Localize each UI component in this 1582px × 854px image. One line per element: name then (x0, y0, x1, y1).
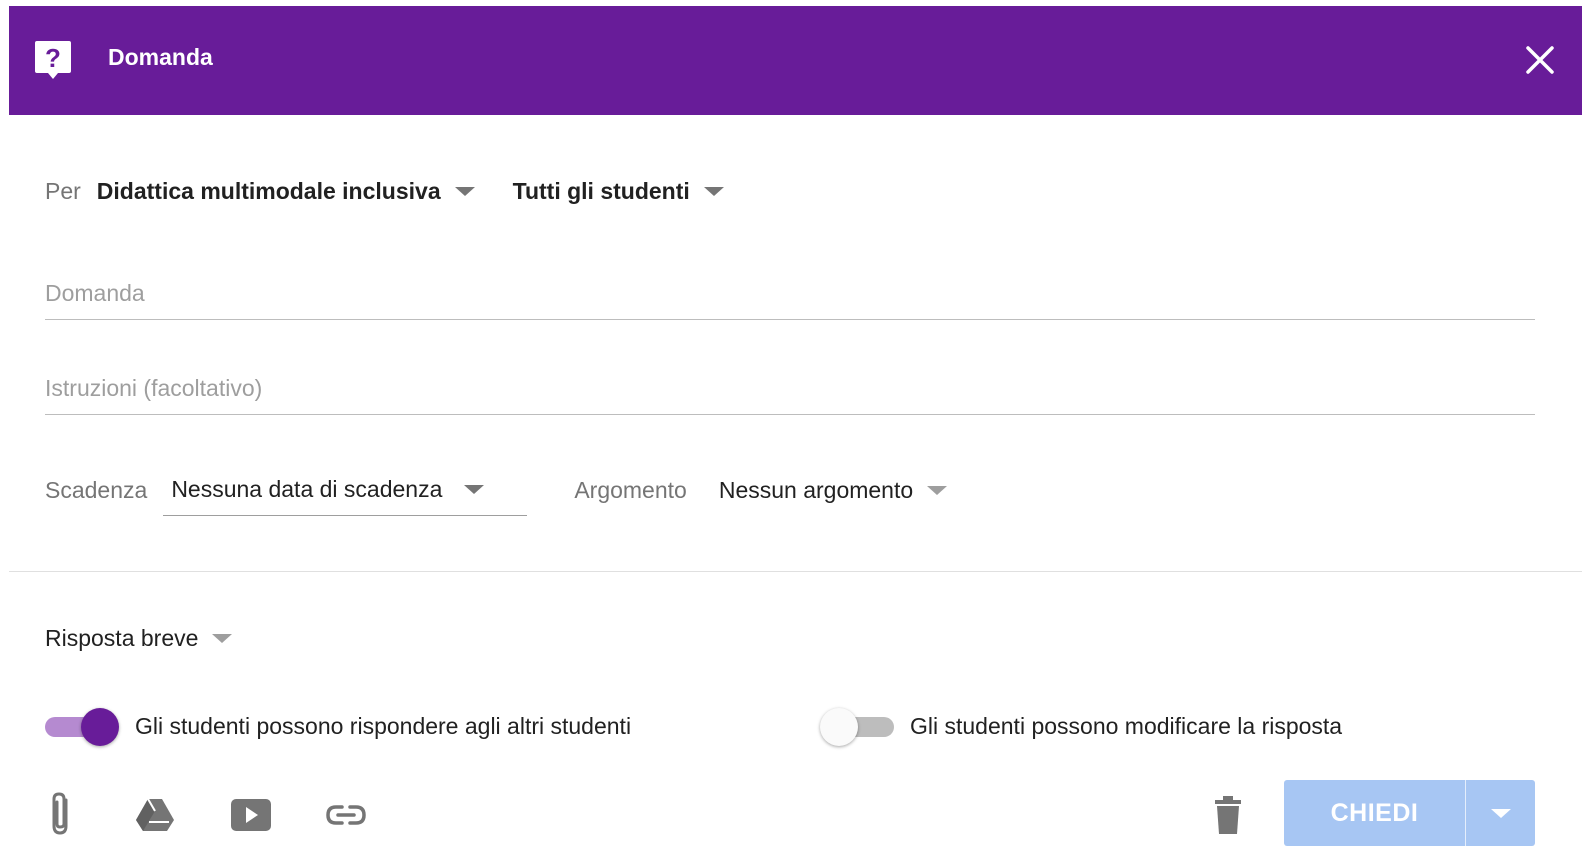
dialog-header: ? Domanda (9, 6, 1582, 115)
question-input[interactable] (45, 280, 1535, 307)
ask-button[interactable]: CHIEDI (1284, 780, 1465, 846)
close-button[interactable] (1520, 40, 1560, 80)
due-topic-row: Scadenza Nessuna data di scadenza Argome… (45, 470, 948, 516)
section-divider (9, 571, 1582, 572)
chevron-down-icon (1490, 808, 1511, 818)
drive-button[interactable] (132, 795, 178, 835)
for-label: Per (45, 178, 81, 204)
instructions-field[interactable] (45, 375, 1535, 415)
svg-text:?: ? (45, 43, 61, 73)
class-dropdown[interactable]: Didattica multimodale inclusiva (97, 178, 475, 205)
answer-type-dropdown[interactable]: Risposta breve (45, 625, 233, 652)
answer-type-value: Risposta breve (45, 625, 199, 651)
assign-row: Per Didattica multimodale inclusiva Tutt… (45, 178, 724, 205)
youtube-icon (231, 799, 271, 831)
ask-options-button[interactable] (1466, 780, 1535, 846)
toggle-reply-row: Gli studenti possono rispondere agli alt… (45, 708, 632, 746)
topic-label: Argomento (574, 476, 687, 503)
attach-button[interactable] (40, 788, 82, 840)
link-icon (326, 805, 366, 825)
chevron-down-icon (703, 187, 724, 196)
chevron-down-icon (927, 485, 948, 495)
due-date-dropdown[interactable]: Nessuna data di scadenza (163, 476, 528, 516)
delete-button[interactable] (1206, 792, 1250, 838)
toggle-edit-row: Gli studenti possono modificare la rispo… (820, 708, 1343, 746)
trash-icon (1215, 796, 1241, 834)
edit-toggle-label: Gli studenti possono modificare la rispo… (910, 712, 1343, 739)
class-value: Didattica multimodale inclusiva (96, 178, 441, 204)
reply-toggle-label: Gli studenti possono rispondere agli alt… (135, 712, 632, 739)
students-dropdown[interactable]: Tutti gli studenti (513, 178, 724, 205)
drive-icon (136, 798, 174, 831)
link-button[interactable] (322, 798, 370, 832)
question-mark-icon: ? (33, 39, 73, 81)
due-value: Nessuna data di scadenza (171, 476, 443, 502)
due-label: Scadenza (45, 476, 148, 503)
topic-value: Nessun argomento (718, 476, 914, 503)
dialog-title: Domanda (108, 44, 213, 70)
students-value: Tutti gli studenti (512, 178, 690, 204)
attach-icon (52, 792, 68, 835)
reply-toggle[interactable] (45, 708, 119, 746)
close-icon (1526, 46, 1554, 74)
question-field[interactable] (45, 280, 1535, 320)
chevron-down-icon (454, 187, 475, 196)
chevron-down-icon (212, 634, 233, 643)
ask-button-separator (1465, 780, 1466, 846)
youtube-button[interactable] (228, 795, 274, 835)
instructions-input[interactable] (45, 375, 1535, 402)
topic-dropdown[interactable]: Nessun argomento (718, 476, 948, 504)
ask-split-button: CHIEDI (1284, 780, 1535, 846)
chevron-down-icon (464, 485, 485, 494)
edit-answer-toggle[interactable] (820, 708, 894, 746)
